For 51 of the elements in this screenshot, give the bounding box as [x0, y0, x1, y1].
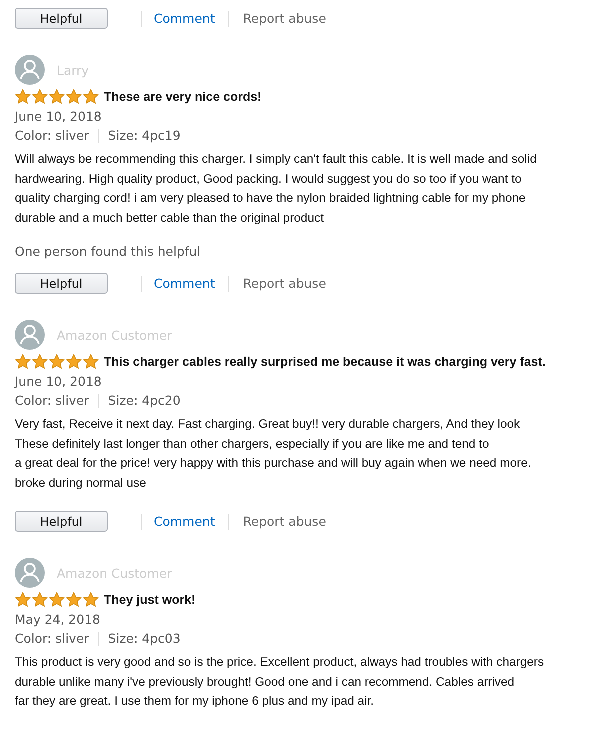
size-option: Size: 4pc20: [108, 391, 181, 410]
review-title[interactable]: These are very nice cords!: [104, 90, 262, 104]
avatar-icon: [15, 558, 45, 588]
star-icon: [83, 592, 99, 608]
review-title[interactable]: This charger cables really surprised me because it was charging very fast.: [104, 355, 546, 369]
star-icon: [15, 89, 31, 105]
star-icon: [49, 89, 65, 105]
review-text-line: Will always be recommending this charger. I simply can't fault this cable. It is well made and solid: [15, 151, 538, 168]
review-text-line: hardwearing. High quality product, Good packing. I would suggest you do so too if you want to: [15, 170, 523, 188]
star-icon: [32, 354, 48, 370]
comment-link[interactable]: Comment: [154, 514, 216, 529]
review-text-line: This product is very good and so is the price. Excellent product, always had troubles with chargers: [15, 654, 546, 671]
star-icon: [15, 354, 31, 370]
helpful-button[interactable]: Helpful: [15, 8, 108, 29]
comment-link[interactable]: Comment: [154, 11, 216, 26]
review-text-line: quality charging cord! i am very pleased to have the nylon braided lightning cable for my phone: [15, 190, 527, 207]
star-icon: [49, 354, 65, 370]
report-abuse-link[interactable]: Report abuse: [243, 11, 326, 26]
helpful-button[interactable]: Helpful: [15, 511, 108, 532]
report-abuse-link[interactable]: Report abuse: [243, 514, 326, 529]
color-option: Color: sliver: [15, 629, 90, 648]
star-icon: [66, 354, 82, 370]
star-icon: [83, 354, 99, 370]
review-date: June 10, 2018: [15, 373, 103, 391]
color-option: Color: sliver: [15, 126, 90, 145]
review-title[interactable]: They just work!: [104, 593, 196, 607]
color-option: Color: sliver: [15, 391, 90, 410]
avatar-icon: [15, 320, 45, 350]
review-text-line: broke during normal use: [15, 474, 148, 492]
star-icon: [15, 592, 31, 608]
helpful-count: One person found this helpful: [15, 244, 202, 259]
review-date: May 24, 2018: [15, 611, 102, 629]
star-icon: [83, 89, 99, 105]
review-text-line: durable and a much better cable than the original product: [15, 210, 325, 226]
review-date: June 10, 2018: [15, 108, 103, 126]
helpful-button[interactable]: Helpful: [15, 273, 108, 294]
star-icon: [66, 89, 82, 105]
size-option: Size: 4pc19: [108, 126, 181, 145]
star-icon: [66, 592, 82, 608]
avatar-icon: [15, 55, 45, 85]
star-icon: [32, 592, 48, 608]
review-text-line: Very fast, Receive it next day. Fast charging. Great buy!! very durable chargers, And they look: [15, 416, 522, 433]
comment-link[interactable]: Comment: [154, 276, 216, 291]
report-abuse-link[interactable]: Report abuse: [243, 276, 326, 291]
review-text-line: far they are great. I use them for my iphone 6 plus and my ipad air.: [15, 693, 376, 710]
review-text-line: These definitely last longer than other chargers, especially if you are like me and tend to: [15, 436, 490, 452]
size-option: Size: 4pc03: [108, 629, 181, 648]
review-text-line: durable unlike many i've previously brought! Good one and i can recommend. Cables arrived: [15, 674, 516, 690]
star-icon: [49, 592, 65, 608]
review-text-line: a great deal for the price! very happy with this purchase and will buy again when we need more.: [15, 455, 532, 472]
star-icon: [32, 89, 48, 105]
